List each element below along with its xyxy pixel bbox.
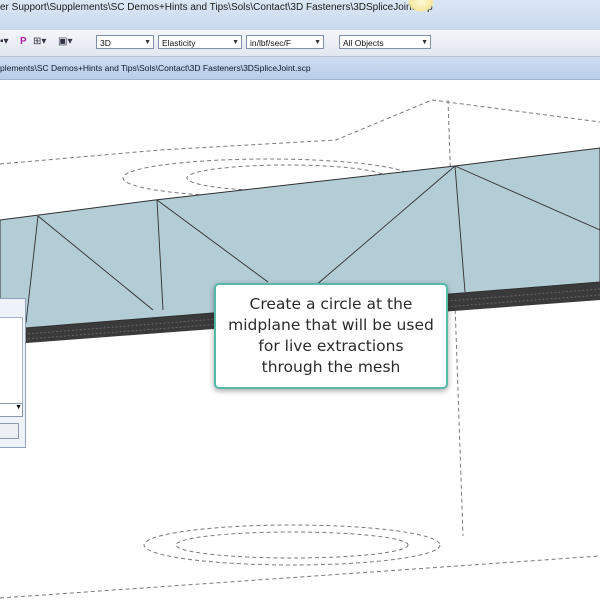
window-title: er Support\Supplements\SC Demos+Hints an… <box>0 2 433 13</box>
dialog-button[interactable] <box>0 423 19 439</box>
display-arrow-icon[interactable]: ▪▾ <box>0 36 9 47</box>
bottom-circle-inner <box>175 531 409 559</box>
p-icon[interactable]: P <box>20 36 27 47</box>
document-path[interactable]: plements\SC Demos+Hints and Tips\Sols\Co… <box>0 63 311 73</box>
toolbar: ▪▾ P ⊞▾ ▣▾ 3D ▼ Elasticity ▼ in/lbf/sec/F ▼… <box>0 30 600 57</box>
bounding-box-bottom-edge <box>0 555 600 599</box>
chevron-down-icon: ▼ <box>144 39 151 46</box>
chevron-down-icon: ▼ <box>232 39 239 46</box>
dialog-list[interactable] <box>0 317 23 407</box>
chevron-down-icon: ▼ <box>421 39 428 46</box>
view-select[interactable]: 3D ▼ <box>96 35 154 49</box>
tutorial-callout: Create a circle at the midplane that wil… <box>214 283 448 389</box>
bottom-circle-outer <box>143 524 441 566</box>
chevron-down-icon: ▼ <box>15 404 22 411</box>
plot-icon[interactable]: ⊞▾ <box>33 36 46 47</box>
dialog-dropdown[interactable]: ▼ <box>0 403 23 417</box>
side-dialog-panel[interactable]: ▼ <box>0 298 26 448</box>
bounding-box-top-edge <box>0 99 433 165</box>
document-tab-bar: plements\SC Demos+Hints and Tips\Sols\Co… <box>0 57 600 80</box>
objects-select[interactable]: All Objects ▼ <box>339 35 431 49</box>
camera-icon[interactable]: ▣▾ <box>58 36 72 47</box>
analysis-select[interactable]: Elasticity ▼ <box>158 35 242 49</box>
units-select[interactable]: in/lbf/sec/F ▼ <box>246 35 324 49</box>
chevron-down-icon: ▼ <box>314 39 321 46</box>
callout-text: Create a circle at the midplane that wil… <box>228 295 434 376</box>
title-bar: er Support\Supplements\SC Demos+Hints an… <box>0 0 600 31</box>
bounding-box-top-right-edge <box>431 99 600 123</box>
